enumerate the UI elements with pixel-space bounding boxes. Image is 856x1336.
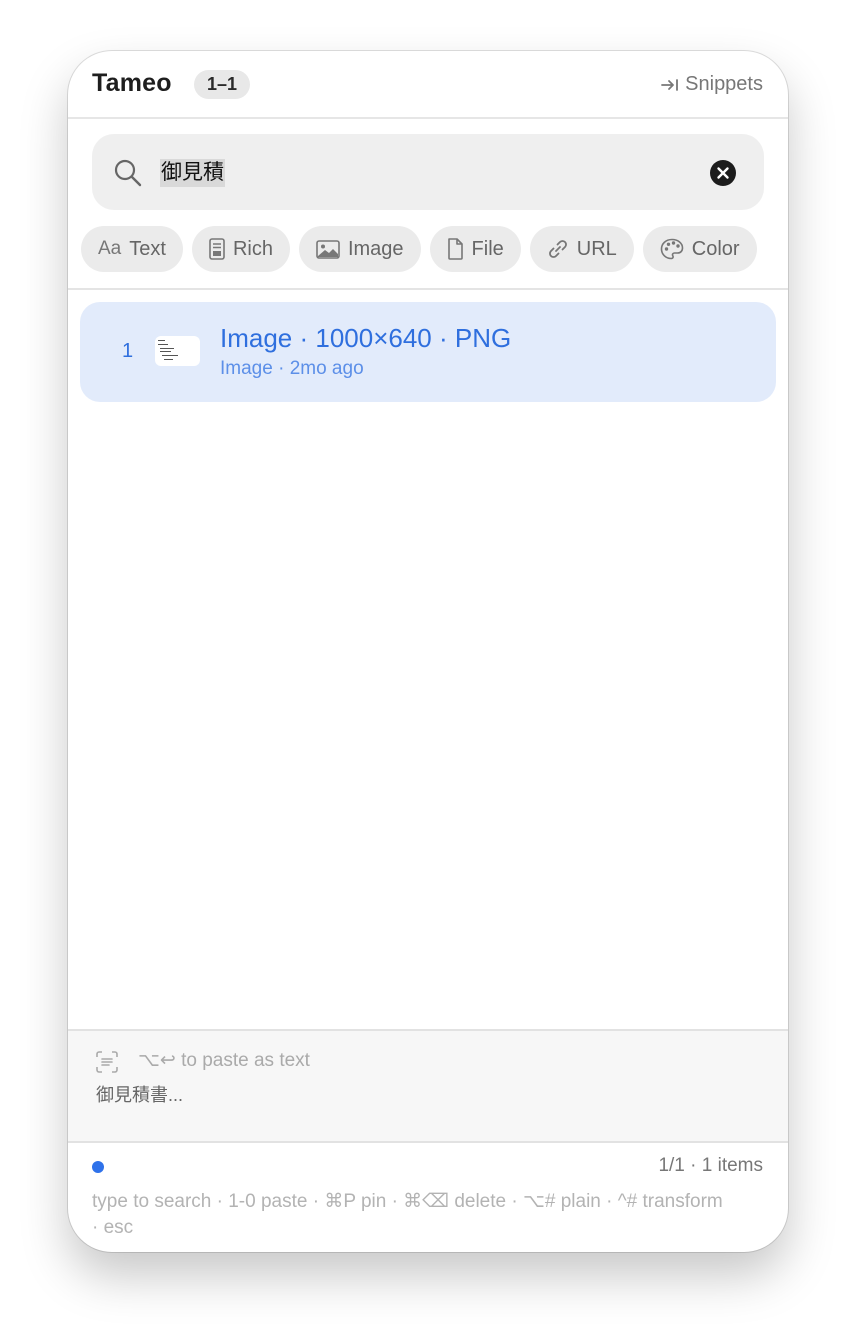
range-badge: 1–1 (194, 70, 251, 99)
app-title: Tameo (92, 69, 172, 97)
aa-icon: Aa (98, 238, 122, 259)
palette-icon (660, 238, 684, 260)
header: Tameo 1–1 Snippets (68, 51, 788, 119)
filter-label: Rich (232, 237, 273, 260)
result-row[interactable]: 1 Image · 1000×640 · PNG Image · 2mo ago (80, 302, 776, 402)
filter-chips: Aa Text Rich Image File URL Color (81, 226, 757, 274)
image-icon (316, 239, 340, 259)
status-dot (92, 1161, 104, 1173)
snippets-label: Snippets (685, 73, 763, 95)
filter-url[interactable]: URL (529, 226, 634, 272)
text-recognition-icon (96, 1051, 118, 1073)
row-subtitle: Image · 2mo ago (220, 358, 364, 379)
filter-label: Color (691, 237, 740, 260)
row-index: 1 (122, 340, 134, 362)
divider (68, 288, 788, 290)
snippets-button[interactable]: Snippets (661, 73, 763, 96)
search-bar[interactable]: 御見積 (92, 134, 764, 210)
filter-color[interactable]: Color (642, 226, 757, 272)
arrow-to-line-icon (661, 78, 679, 91)
preview-pane: ⌥↩ to paste as text 御見積書... (68, 1029, 788, 1143)
filter-label: URL (576, 237, 617, 260)
filter-label: File (471, 237, 504, 260)
filter-rich[interactable]: Rich (191, 226, 290, 272)
image-thumbnail (155, 336, 200, 366)
filter-file[interactable]: File (429, 226, 521, 272)
paste-as-text-hint: ⌥↩ to paste as text (138, 1050, 310, 1071)
rich-text-icon (209, 238, 225, 260)
search-icon (114, 159, 142, 187)
link-icon (548, 240, 567, 258)
item-count: 1/1 · 1 items (658, 1155, 763, 1176)
search-input[interactable]: 御見積 (160, 159, 225, 187)
filter-text[interactable]: Aa Text (81, 226, 183, 272)
tameo-window: Tameo 1–1 Snippets 御見積 Aa Text Rich Imag… (68, 51, 788, 1252)
preview-text: 御見積書... (96, 1085, 184, 1105)
filter-image[interactable]: Image (298, 226, 421, 272)
file-icon (447, 238, 463, 260)
shortcut-hints: type to search · 1-0 paste · ⌘P pin · ⌘⌫… (92, 1191, 723, 1238)
filter-label: Text (129, 237, 166, 260)
filter-label: Image (347, 237, 404, 260)
clear-icon[interactable] (710, 160, 736, 186)
row-title: Image · 1000×640 · PNG (220, 323, 512, 353)
